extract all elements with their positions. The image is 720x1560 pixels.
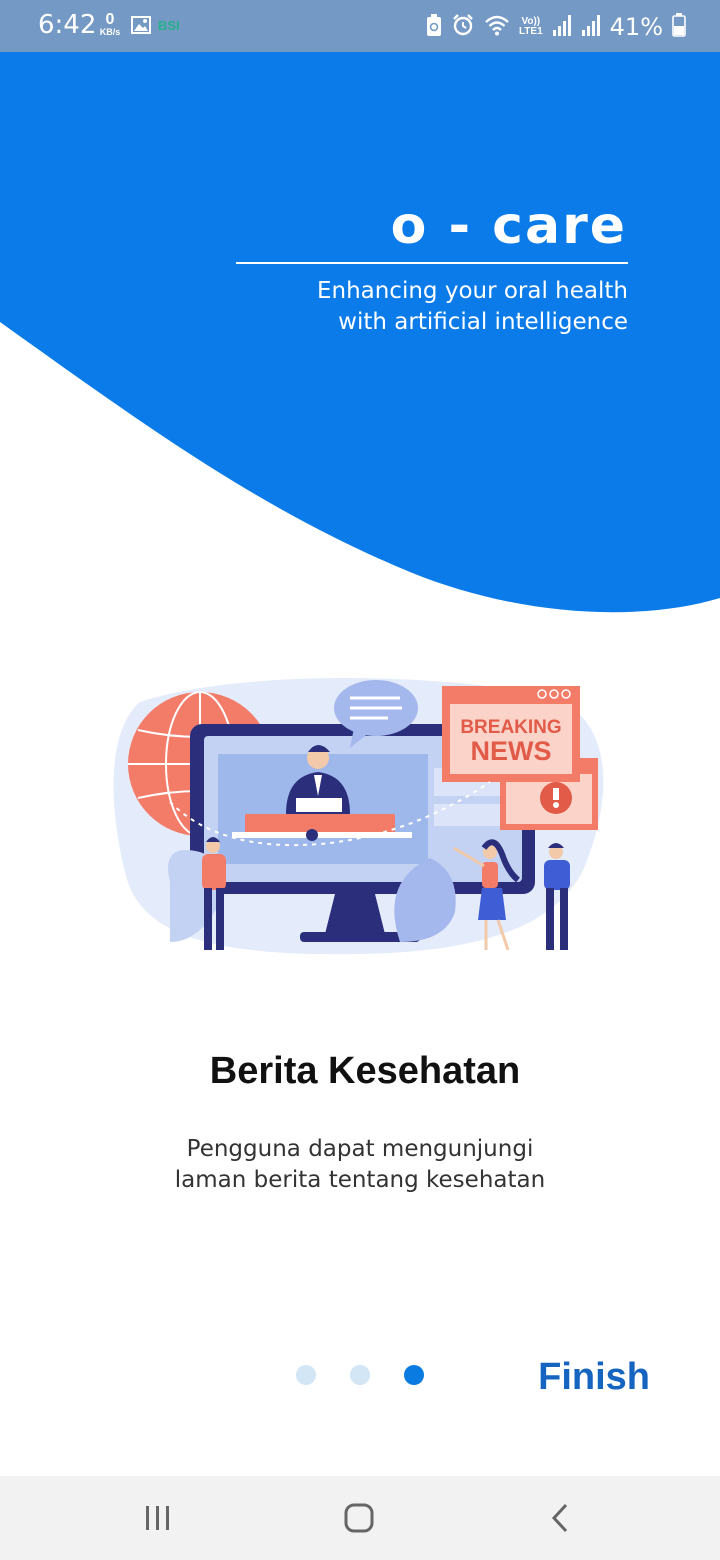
page-dot-3-active[interactable]	[404, 1365, 424, 1385]
volte-indicator: Vo)) LTE1	[519, 17, 543, 37]
back-button[interactable]	[530, 1498, 590, 1542]
battery-icon	[672, 12, 686, 42]
page-dot-2[interactable]	[350, 1365, 370, 1385]
back-chevron-icon	[550, 1503, 570, 1538]
recent-apps-icon	[144, 1505, 172, 1536]
tagline-line-2: with artificial intelligence	[338, 309, 628, 335]
finish-button[interactable]: Finish	[538, 1356, 650, 1399]
status-time: 6:42	[38, 10, 97, 40]
breaking-news-banner: BREAKING NEWS	[442, 686, 580, 782]
banner-text-line-2: NEWS	[471, 736, 552, 766]
alarm-icon	[451, 13, 475, 42]
bsi-app-icon: BSI	[158, 18, 180, 33]
network-speed: 0 KB/s	[96, 12, 124, 37]
home-icon	[344, 1503, 374, 1538]
news-illustration: BREAKING NEWS	[110, 672, 610, 962]
description-line-2: laman berita tentang kesehatan	[174, 1167, 546, 1193]
system-navigation-bar	[0, 1476, 720, 1560]
gallery-icon	[131, 16, 151, 39]
app-tagline: Enhancing your oral health with artifici…	[208, 276, 628, 338]
onboarding-title: Berita Kesehatan	[209, 1050, 521, 1092]
battery-percentage: 41%	[609, 13, 663, 41]
network-speed-value: 0	[105, 11, 115, 28]
app-name: o - care	[390, 196, 627, 256]
onboarding-description: Pengguna dapat mengunjungi laman berita …	[0, 1134, 720, 1196]
recent-apps-button[interactable]	[128, 1498, 188, 1542]
tagline-line-1: Enhancing your oral health	[316, 278, 628, 304]
battery-saver-icon	[426, 13, 442, 41]
page-dot-1[interactable]	[296, 1365, 316, 1385]
title-divider	[236, 262, 628, 264]
home-button[interactable]	[329, 1498, 389, 1542]
description-line-1: Pengguna dapat mengunjungi	[186, 1136, 534, 1162]
status-indicators: Vo)) LTE1 41%	[426, 10, 686, 44]
status-bar: 6:42 0 KB/s BSI Vo)) LTE1 41%	[0, 0, 720, 52]
lte-label: LTE1	[518, 26, 543, 37]
signal-strength-icon-2	[581, 14, 601, 41]
network-speed-unit: KB/s	[99, 27, 121, 37]
banner-text-line-1: BREAKING	[460, 717, 561, 738]
signal-strength-icon-1	[552, 14, 572, 41]
wifi-icon	[484, 14, 510, 41]
page-indicator	[296, 1365, 424, 1385]
